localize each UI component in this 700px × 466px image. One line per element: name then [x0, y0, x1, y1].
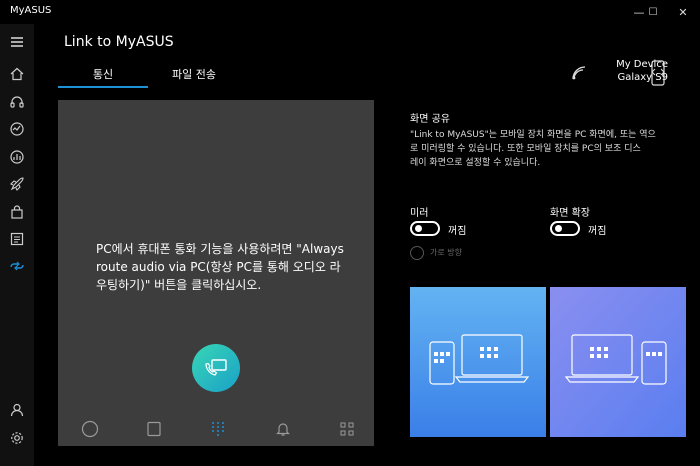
- route-audio-button[interactable]: [192, 344, 240, 392]
- user-icon[interactable]: [7, 400, 27, 420]
- phone-mirror-panel: PC에서 휴대폰 통화 기능을 사용하려면 "Always route audi…: [58, 100, 374, 446]
- dialpad-icon[interactable]: [209, 420, 227, 438]
- store-bag-icon[interactable]: [7, 202, 27, 222]
- active-tab-indicator: [58, 86, 148, 88]
- call-instruction-text: PC에서 휴대폰 통화 기능을 사용하려면 "Always route audi…: [96, 242, 344, 292]
- main-content: Link to MyASUS 통신 파일 전송 My Device Galaxy…: [34, 24, 700, 466]
- mirror-toggle[interactable]: [410, 221, 440, 236]
- sidebar: [0, 24, 34, 466]
- tab-file-transfer[interactable]: 파일 전송: [154, 66, 234, 82]
- mirror-label: 미러: [410, 208, 429, 219]
- circle-icon[interactable]: [81, 420, 99, 438]
- landscape-label: 가로 방향: [430, 248, 462, 257]
- extend-preview-image: [550, 287, 686, 437]
- screen-share-title: 화면 공유: [410, 114, 450, 125]
- square-icon[interactable]: [145, 420, 163, 438]
- settings-icon[interactable]: [7, 428, 27, 448]
- landscape-radio[interactable]: [410, 246, 424, 260]
- diagnostics-icon[interactable]: [7, 119, 27, 139]
- mirror-preview-image: [410, 287, 546, 437]
- screen-share-description: "Link to MyASUS"는 모바일 장치 화면을 PC 화면에, 또는 …: [410, 130, 656, 168]
- mirror-state: 꺼짐: [448, 226, 467, 237]
- maximize-button[interactable]: ☐: [636, 0, 670, 24]
- phone-to-pc-icon: [205, 359, 227, 376]
- news-icon[interactable]: [7, 229, 27, 249]
- tab-communication[interactable]: 통신: [58, 66, 148, 82]
- title-bar: MyASUS — ☐ ✕: [0, 0, 700, 24]
- close-button[interactable]: ✕: [666, 0, 700, 24]
- hamburger-menu-icon[interactable]: [7, 32, 27, 52]
- extend-label: 화면 확장: [550, 208, 590, 219]
- page-title: Link to MyASUS: [64, 34, 174, 50]
- home-icon[interactable]: [7, 64, 27, 84]
- extend-toggle[interactable]: [550, 221, 580, 236]
- performance-gauge-icon[interactable]: [7, 147, 27, 167]
- bell-icon[interactable]: [274, 420, 292, 438]
- headset-icon[interactable]: [7, 92, 27, 112]
- extend-state: 꺼짐: [588, 226, 607, 237]
- app-title: MyASUS: [10, 5, 52, 16]
- wifi-icon: [572, 66, 586, 80]
- phone-link-icon[interactable]: [648, 60, 668, 86]
- apps-grid-icon[interactable]: [338, 420, 356, 438]
- rocket-icon[interactable]: [7, 174, 27, 194]
- link-icon[interactable]: [7, 256, 27, 276]
